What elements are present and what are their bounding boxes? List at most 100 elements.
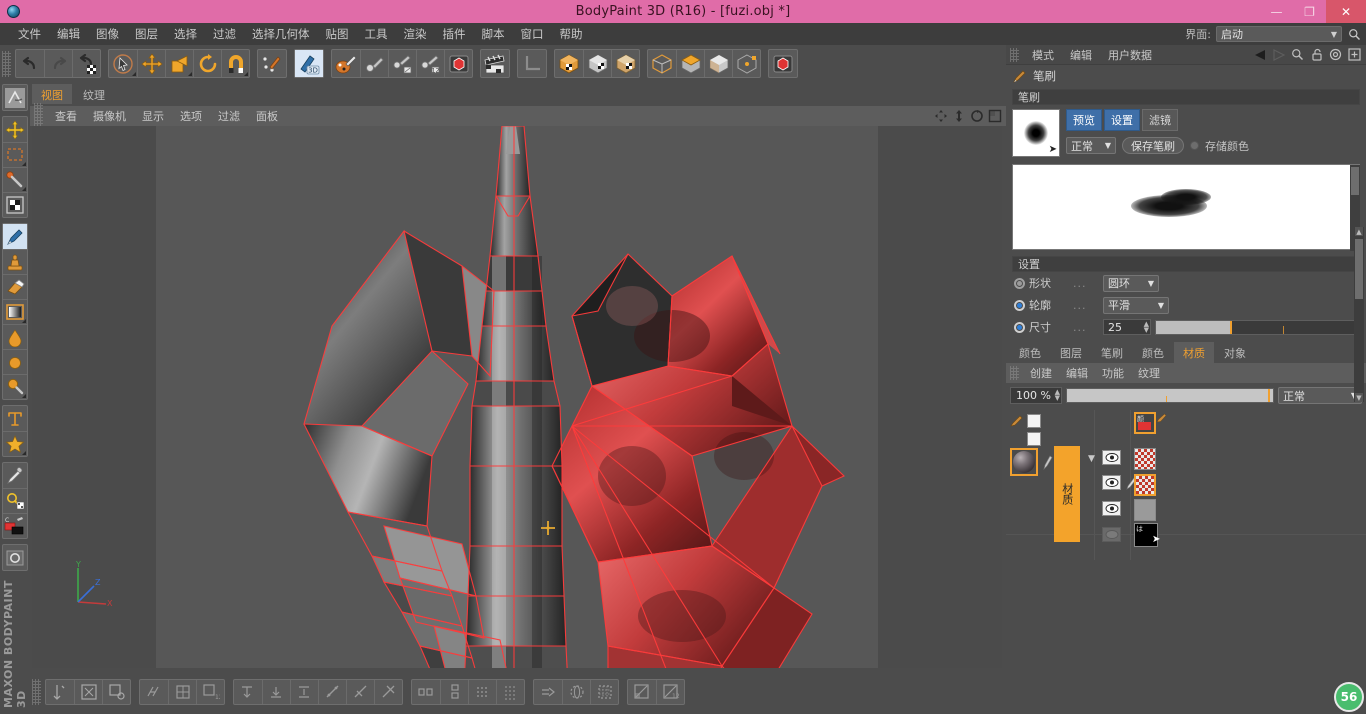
orbit-view-icon[interactable]: [969, 108, 984, 123]
checker-red-thumbnail[interactable]: [1134, 448, 1156, 470]
menu-window[interactable]: 窗口: [513, 24, 552, 44]
vp-menu-filter[interactable]: 过滤: [210, 107, 248, 125]
forward-arrow-icon[interactable]: [1271, 47, 1286, 62]
brush-stroke-preview[interactable]: [1012, 164, 1360, 251]
vp-menu-display[interactable]: 显示: [134, 107, 172, 125]
maximize-view-icon[interactable]: [987, 108, 1002, 123]
uv-align-2[interactable]: [262, 680, 290, 704]
menu-script[interactable]: 脚本: [474, 24, 513, 44]
menu-render[interactable]: 渲染: [396, 24, 435, 44]
save-brush-button[interactable]: 保存笔刷: [1122, 137, 1184, 154]
menu-select-geometry[interactable]: 选择几何体: [244, 24, 318, 44]
maxon-a-icon[interactable]: [3, 85, 27, 110]
uv-tool-5[interactable]: [168, 680, 196, 704]
uv-align-4[interactable]: [318, 680, 346, 704]
light-tool[interactable]: [360, 50, 388, 77]
vp-menu-camera[interactable]: 摄像机: [85, 107, 134, 125]
vp-menu-panel[interactable]: 面板: [248, 107, 286, 125]
uv-tool-1[interactable]: [46, 680, 74, 704]
attr-menu-mode[interactable]: 模式: [1025, 46, 1061, 64]
zoom-magnifier-icon[interactable]: [3, 374, 27, 399]
eyedropper-icon[interactable]: [3, 463, 27, 488]
grey-thumbnail[interactable]: [1134, 499, 1156, 521]
move-tool[interactable]: [137, 50, 165, 77]
uv-mode-2[interactable]: 12: [656, 680, 684, 704]
stamp-icon[interactable]: [3, 249, 27, 274]
layer-blend-mode-dropdown[interactable]: 正常 ▼: [1278, 387, 1362, 404]
layer-row-swatch-2[interactable]: [1027, 432, 1041, 446]
water-drop-icon[interactable]: [3, 324, 27, 349]
size-slider[interactable]: [1155, 319, 1362, 335]
redo-button[interactable]: [44, 50, 72, 77]
brush-tab-preview[interactable]: 预览: [1066, 109, 1102, 131]
magic-wand-icon[interactable]: [3, 167, 27, 192]
add-icon[interactable]: [1347, 47, 1362, 62]
undo-texture-button[interactable]: [72, 50, 100, 77]
uv-arrange-3[interactable]: [468, 680, 496, 704]
interface-dropdown[interactable]: 启动 ▼: [1216, 26, 1342, 42]
table-row[interactable]: [1102, 501, 1121, 516]
primitive-cube-plain[interactable]: [704, 50, 732, 77]
tab-brush[interactable]: 笔刷: [1092, 342, 1132, 363]
opacity-field[interactable]: 100 % ▲ ▼: [1010, 387, 1062, 404]
mat-menu-edit[interactable]: 编辑: [1059, 364, 1095, 382]
uv-tool-2[interactable]: [74, 680, 102, 704]
tab-object[interactable]: 对象: [1215, 342, 1255, 363]
brush-tab-settings[interactable]: 设置: [1104, 109, 1140, 131]
render-settings-button[interactable]: [769, 50, 797, 77]
primitive-cube-point[interactable]: [732, 50, 760, 77]
layer-row-swatches[interactable]: [1010, 414, 1041, 428]
spinner-icon[interactable]: ▲ ▼: [1144, 321, 1149, 334]
contour-dropdown[interactable]: 平滑 ▼: [1103, 296, 1169, 314]
paint-setup-wizard[interactable]: [258, 50, 286, 77]
uv-arrange-4[interactable]: [496, 680, 524, 704]
move-tool-left[interactable]: [3, 117, 27, 142]
attr-menu-edit[interactable]: 编辑: [1063, 46, 1099, 64]
undo-button[interactable]: [16, 50, 44, 77]
menu-layer[interactable]: 图层: [127, 24, 166, 44]
status-badge[interactable]: 56: [1334, 682, 1364, 712]
magnifier-dice-icon[interactable]: [3, 488, 27, 513]
opacity-slider[interactable]: [1066, 388, 1274, 403]
uv-align-1[interactable]: [234, 680, 262, 704]
vp-menu-view[interactable]: 查看: [47, 107, 85, 125]
render-gear-button[interactable]: [444, 50, 472, 77]
shape-radio-icon[interactable]: [1014, 277, 1025, 289]
menu-tools[interactable]: 工具: [357, 24, 396, 44]
star-icon[interactable]: [3, 431, 27, 456]
chevron-down-icon[interactable]: ▼: [1088, 454, 1095, 464]
material-expand-arrow[interactable]: ▼: [1088, 454, 1095, 464]
mat-menu-function[interactable]: 功能: [1095, 364, 1131, 382]
uv-align-3[interactable]: [290, 680, 318, 704]
uv-align-6[interactable]: [374, 680, 402, 704]
viewport-3d-canvas[interactable]: Y X Z: [32, 126, 1002, 668]
light-tool-2[interactable]: 12: [416, 50, 444, 77]
bodypaint-3d-toggle[interactable]: 3D: [295, 50, 323, 77]
table-row-thumb-2[interactable]: [1134, 474, 1156, 496]
uv-mode-1[interactable]: [628, 680, 656, 704]
tab-color-2[interactable]: 颜色: [1133, 342, 1173, 363]
material-sphere-thumbnail[interactable]: [1010, 448, 1038, 476]
dolly-view-icon[interactable]: [951, 108, 966, 123]
pan-view-icon[interactable]: [933, 108, 948, 123]
search-icon[interactable]: [1290, 47, 1305, 62]
menu-filter[interactable]: 过滤: [205, 24, 244, 44]
attr-grip[interactable]: [1010, 47, 1019, 62]
magnet-tool[interactable]: [221, 50, 249, 77]
size-radio-icon[interactable]: [1014, 321, 1025, 333]
tab-layer[interactable]: 图层: [1051, 342, 1091, 363]
text-t-icon[interactable]: [3, 406, 27, 431]
floor-corner-button[interactable]: [518, 50, 546, 77]
paint-brush-icon[interactable]: [3, 224, 27, 249]
primitive-cube[interactable]: [648, 50, 676, 77]
fg-bg-color-icon[interactable]: C: [3, 513, 27, 538]
toolbar-grip[interactable]: [2, 50, 11, 77]
visibility-eye-icon-4-off[interactable]: [1102, 527, 1121, 542]
store-color-checkbox[interactable]: [1190, 141, 1199, 150]
uv-tool-4[interactable]: [140, 680, 168, 704]
uv-arrange-1[interactable]: [412, 680, 440, 704]
size-number-field[interactable]: 25 ▲ ▼: [1103, 319, 1151, 335]
material-menu-grip[interactable]: [1010, 366, 1019, 380]
visibility-eye-icon-1[interactable]: [1102, 450, 1121, 465]
scale-tool[interactable]: [165, 50, 193, 77]
